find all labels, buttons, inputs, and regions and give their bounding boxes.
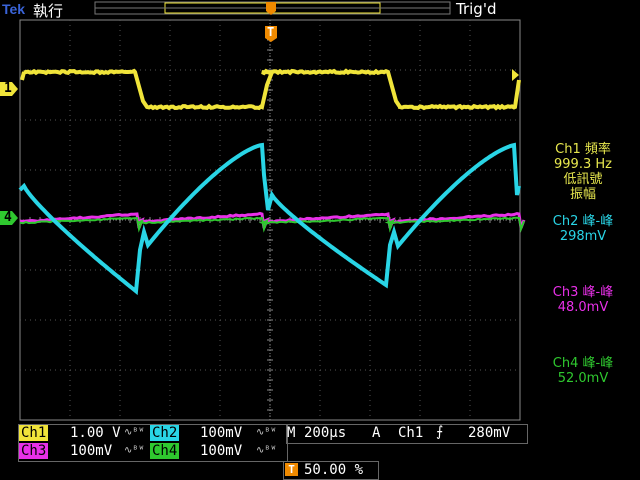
ch3-meas-value: 48.0mV bbox=[528, 300, 638, 315]
ch2-measurement: Ch2 峰-峰 298mV bbox=[528, 214, 638, 244]
timebase-label: M bbox=[287, 425, 295, 441]
trigger-position-value[interactable]: 50.00 % bbox=[304, 462, 363, 478]
ch1-meas-label: Ch1 頻率 bbox=[528, 142, 638, 157]
ch4-scale: 100mV bbox=[200, 443, 242, 459]
trigger-level-arrow[interactable] bbox=[512, 69, 519, 81]
ch1-tag[interactable]: Ch1 bbox=[19, 425, 48, 441]
trigger-mode: A bbox=[372, 425, 380, 441]
ch1-meas-note2: 振幅 bbox=[528, 187, 638, 202]
ch2-meas-value: 298mV bbox=[528, 229, 638, 244]
trigger-level[interactable]: 280mV bbox=[468, 425, 510, 441]
ch3-measurement: Ch3 峰-峰 48.0mV bbox=[528, 285, 638, 315]
ch4-bw-icon: ∿ᴮᵂ bbox=[256, 445, 276, 456]
trigger-marker-label: T bbox=[267, 25, 274, 39]
ch2-scale: 100mV bbox=[200, 425, 242, 441]
ch2-tag[interactable]: Ch2 bbox=[150, 425, 179, 441]
ch3-bw-icon: ∿ᴮᵂ bbox=[124, 445, 144, 456]
ch3-tag[interactable]: Ch3 bbox=[19, 443, 48, 459]
ch4-marker-label: 4 bbox=[4, 210, 12, 225]
timebase-value[interactable]: 200µs bbox=[304, 425, 346, 441]
ch3-scale: 100mV bbox=[70, 443, 112, 459]
ch2-meas-label: Ch2 峰-峰 bbox=[528, 214, 638, 229]
ch1-measurement: Ch1 頻率 999.3 Hz 低訊號 振幅 bbox=[528, 142, 638, 202]
trigger-source[interactable]: Ch1 bbox=[398, 425, 423, 441]
ch4-tag[interactable]: Ch4 bbox=[150, 443, 179, 459]
ch4-meas-label: Ch4 峰-峰 bbox=[528, 356, 638, 371]
ch3-meas-label: Ch3 峰-峰 bbox=[528, 285, 638, 300]
ch1-scale: 1.00 V bbox=[70, 425, 121, 441]
ch2-bw-icon: ∿ᴮᵂ bbox=[256, 427, 276, 438]
rising-edge-icon: ⨍ bbox=[436, 424, 443, 440]
trigger-position-icon: T bbox=[285, 463, 298, 476]
ch1-meas-note1: 低訊號 bbox=[528, 172, 638, 187]
ch1-meas-value: 999.3 Hz bbox=[528, 157, 638, 172]
ch1-marker-label: 1 bbox=[4, 81, 12, 96]
ch4-measurement: Ch4 峰-峰 52.0mV bbox=[528, 356, 638, 386]
ch1-bw-icon: ∿ᴮᵂ bbox=[124, 427, 144, 438]
ch4-meas-value: 52.0mV bbox=[528, 371, 638, 386]
